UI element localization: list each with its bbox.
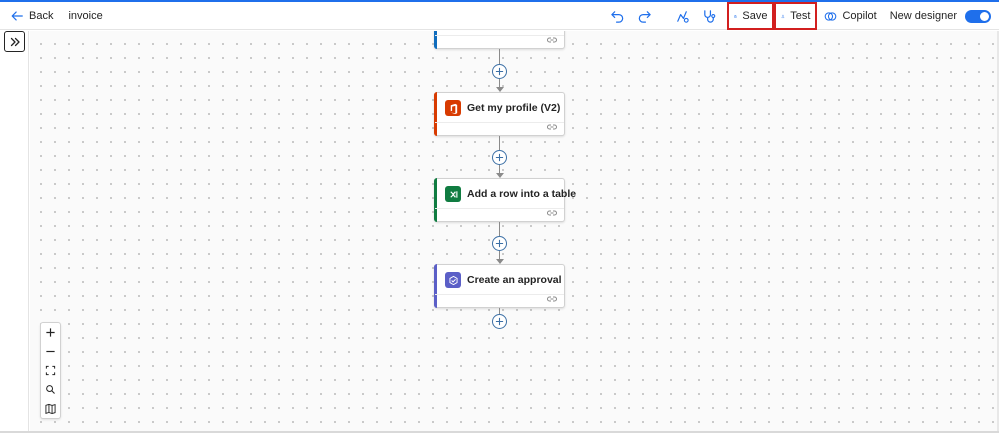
flow-name: invoice bbox=[68, 9, 103, 22]
expand-panel-button[interactable] bbox=[4, 31, 25, 52]
map-icon bbox=[45, 403, 56, 414]
step-title: Create an approval bbox=[467, 274, 562, 286]
back-button[interactable]: Back bbox=[10, 5, 53, 27]
undo-icon bbox=[611, 10, 624, 23]
plus-icon bbox=[495, 67, 504, 76]
flow-checker-button[interactable] bbox=[670, 4, 694, 28]
step-color-bar bbox=[434, 31, 437, 49]
back-label: Back bbox=[29, 9, 54, 22]
flow-step-create-approval[interactable]: Create an approval bbox=[434, 264, 565, 308]
left-rail bbox=[0, 31, 29, 433]
copilot-icon bbox=[825, 11, 837, 21]
zoom-in-button[interactable] bbox=[41, 323, 60, 342]
test-label: Test bbox=[790, 10, 811, 22]
top-toolbar: Back invoice Save Test Copilot New desig… bbox=[0, 2, 999, 30]
link-icon bbox=[547, 296, 557, 302]
test-button[interactable]: Test bbox=[774, 2, 818, 30]
step-title: Get my profile (V2) bbox=[467, 102, 561, 114]
arrow-left-icon bbox=[11, 10, 23, 21]
undo-button[interactable] bbox=[605, 4, 629, 28]
minimap-button[interactable] bbox=[41, 399, 60, 418]
flow-step-add-row[interactable]: Add a row into a table bbox=[434, 178, 576, 222]
add-step-button[interactable] bbox=[492, 64, 507, 79]
add-step-button[interactable] bbox=[492, 236, 507, 251]
flow-canvas[interactable]: Get my profile (V2) Add a row into a tab… bbox=[30, 31, 997, 431]
step-color-bar bbox=[434, 178, 437, 222]
plus-icon bbox=[495, 317, 504, 326]
copilot-button[interactable]: Copilot bbox=[817, 2, 883, 30]
zoom-controls bbox=[40, 322, 61, 419]
excel-icon bbox=[445, 186, 461, 202]
save-icon bbox=[734, 14, 738, 18]
plus-icon bbox=[495, 153, 504, 162]
link-icon bbox=[547, 210, 557, 216]
plus-icon bbox=[495, 239, 504, 248]
fit-view-icon bbox=[45, 365, 56, 376]
redo-icon bbox=[638, 10, 651, 23]
new-designer-label: New designer bbox=[889, 10, 957, 22]
link-icon bbox=[547, 37, 557, 43]
save-button[interactable]: Save bbox=[727, 2, 775, 30]
office-icon bbox=[445, 100, 461, 116]
step-title: Add a row into a table bbox=[467, 188, 577, 200]
plus-icon bbox=[46, 328, 55, 337]
stethoscope-icon bbox=[704, 9, 716, 23]
approvals-icon bbox=[445, 272, 461, 288]
step-color-bar bbox=[434, 92, 437, 136]
flow-step-get-my-profile[interactable]: Get my profile (V2) bbox=[434, 92, 565, 136]
copilot-label: Copilot bbox=[842, 10, 877, 22]
add-step-button[interactable] bbox=[492, 150, 507, 165]
minus-icon bbox=[46, 350, 55, 353]
fit-view-button[interactable] bbox=[41, 361, 60, 380]
step-color-bar bbox=[434, 264, 437, 308]
save-label: Save bbox=[742, 10, 768, 22]
double-chevron-right-icon bbox=[10, 37, 20, 46]
flow-checker-icon bbox=[677, 10, 689, 23]
add-step-button[interactable] bbox=[492, 314, 507, 329]
new-designer-toggle[interactable] bbox=[965, 9, 991, 23]
search-icon bbox=[46, 385, 55, 394]
link-icon bbox=[547, 124, 557, 130]
flask-icon bbox=[782, 14, 785, 18]
redo-button[interactable] bbox=[632, 4, 656, 28]
zoom-out-button[interactable] bbox=[41, 342, 60, 361]
search-button[interactable] bbox=[41, 380, 60, 399]
flow-step-trigger[interactable] bbox=[434, 31, 565, 49]
stethoscope-button[interactable] bbox=[697, 4, 721, 28]
